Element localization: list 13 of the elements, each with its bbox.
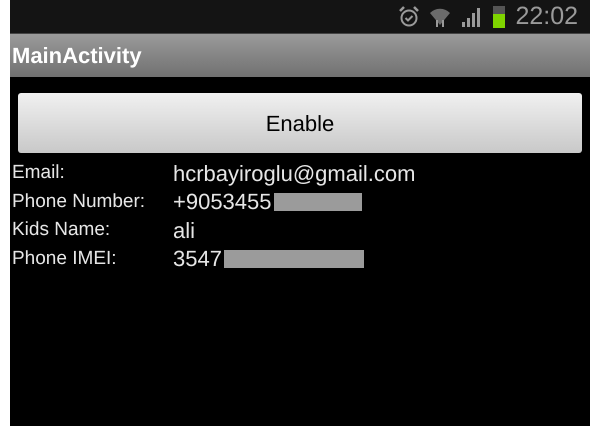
field-value: ali xyxy=(173,216,196,245)
field-label: Phone IMEI: xyxy=(12,246,118,270)
app-title: MainActivity xyxy=(12,42,142,70)
field-label: Email: xyxy=(12,161,66,185)
battery-icon xyxy=(493,6,506,28)
field-value: 3547 xyxy=(173,245,222,274)
field-label: Kids Name: xyxy=(12,218,112,242)
field-value: +9053455 xyxy=(173,188,272,216)
enable-button[interactable]: Enable xyxy=(18,93,582,153)
field-value: hcrbayiroglu@gmail.com xyxy=(173,160,416,188)
alarm-clock-icon xyxy=(399,6,420,28)
field-label: Phone Number: xyxy=(12,190,146,214)
clock-time: 22:02 xyxy=(515,4,578,29)
